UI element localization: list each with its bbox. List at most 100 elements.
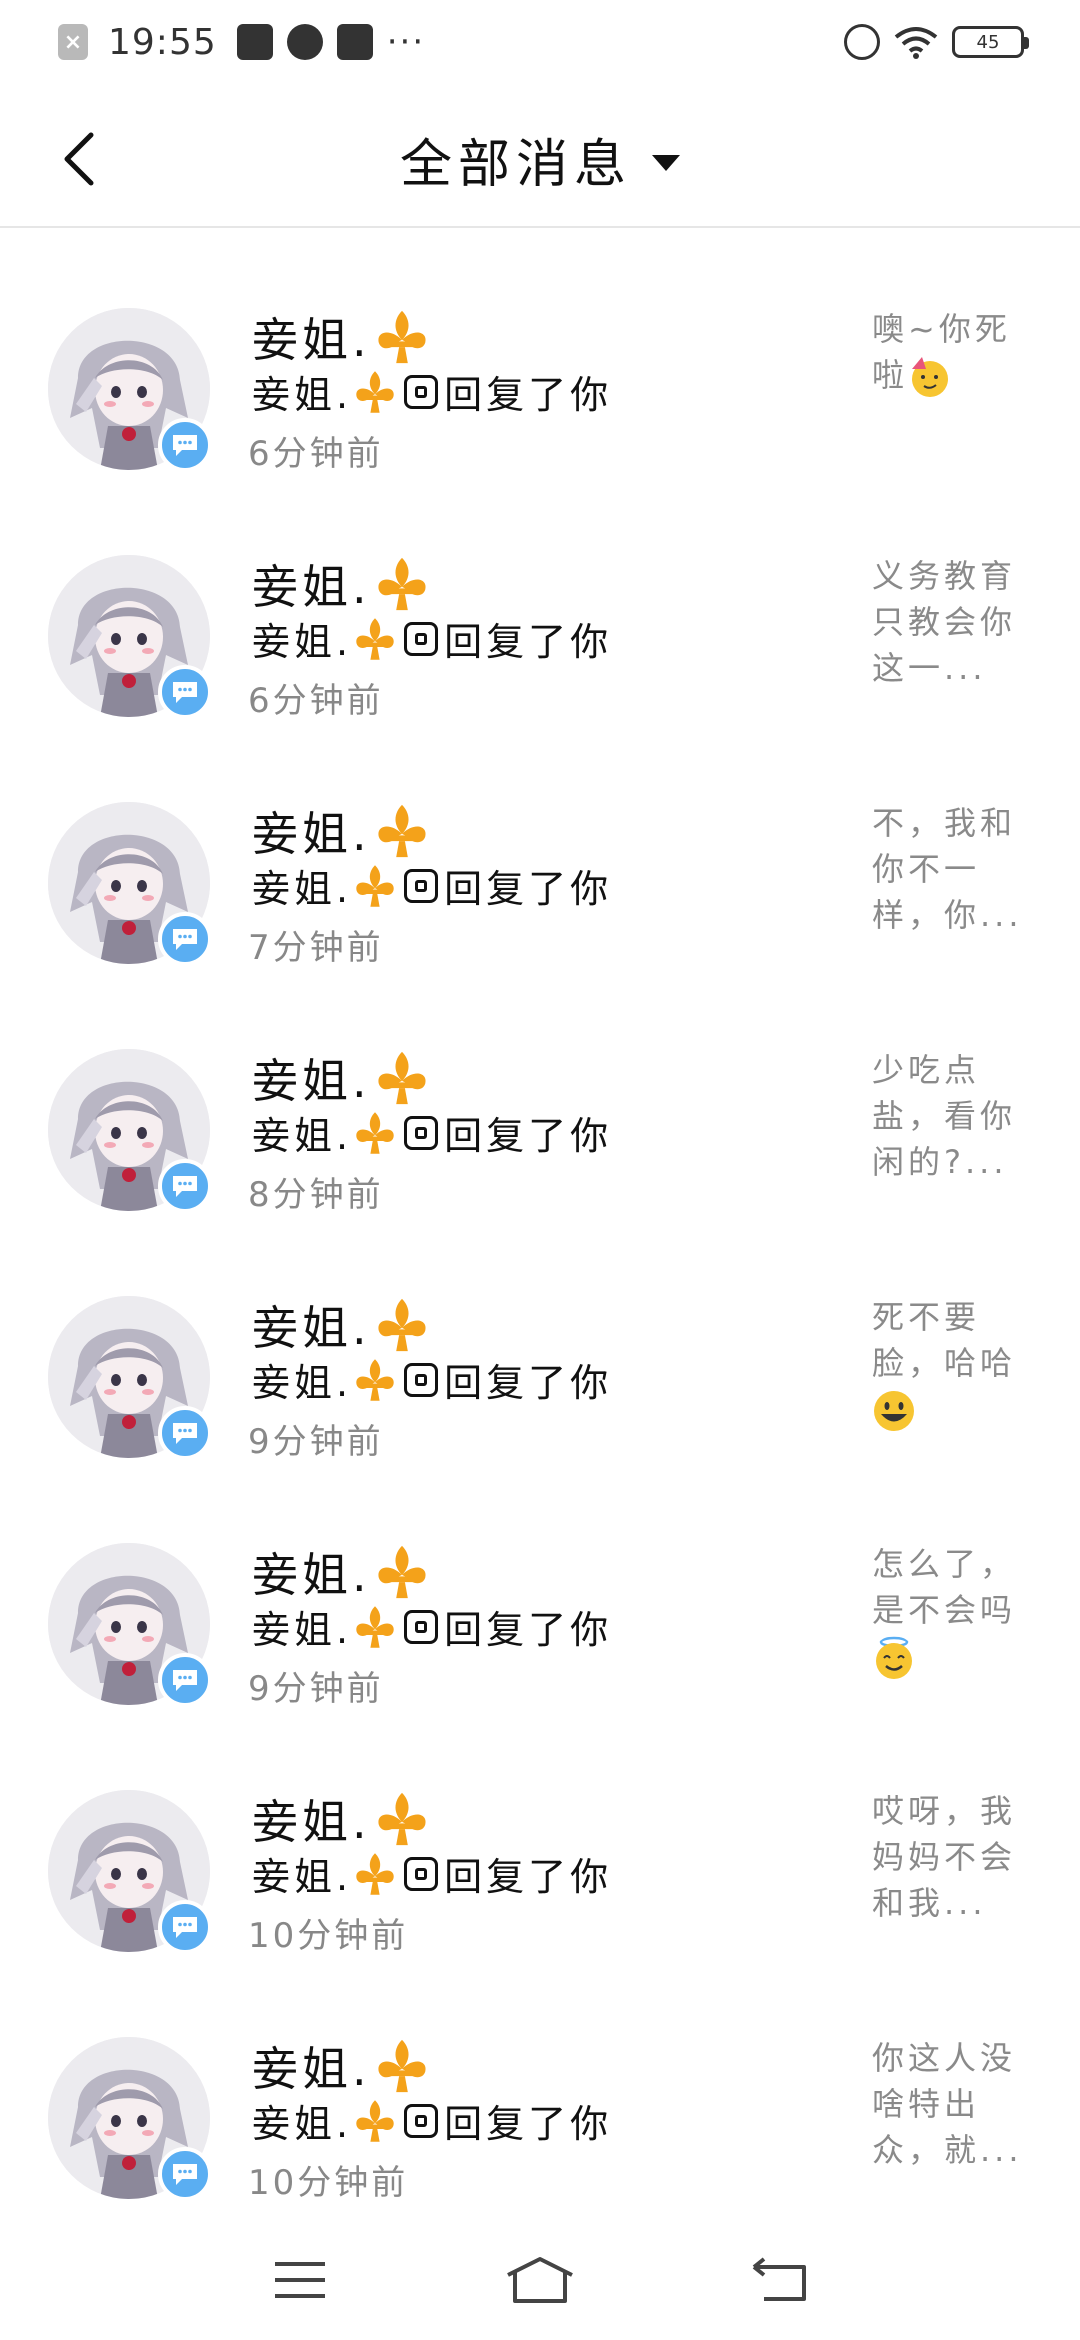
reply-label: 回复了你 — [444, 867, 613, 911]
fleur-de-lis-icon — [378, 310, 426, 364]
reply-box-icon — [404, 868, 439, 903]
message-item[interactable]: 妾姐. 妾姐. 回复了你 10分钟前 哎呀，我妈妈不会和我... — [0, 1712, 1080, 1959]
message-time: 9分钟前 — [248, 1669, 384, 1709]
sender-name[interactable]: 妾姐. — [252, 551, 431, 617]
card-icon — [236, 24, 273, 60]
chat-bubble-icon — [173, 682, 197, 703]
fleur-de-lis-icon — [378, 1051, 426, 1105]
sender-name[interactable]: 妾姐. — [252, 1045, 431, 1111]
reply-line: 妾姐. 回复了你 — [252, 1599, 612, 1654]
battery-level: 45 — [976, 31, 1000, 53]
sender-name-text: 妾姐. — [252, 1301, 371, 1355]
preview-text: 少吃点盐，看你闲的?... — [872, 1051, 1017, 1181]
chat-bubble-icon — [173, 1176, 197, 1197]
sender-name-text: 妾姐. — [252, 313, 371, 367]
fleur-de-lis-icon — [378, 1792, 426, 1846]
sender-name[interactable]: 妾姐. — [252, 798, 431, 864]
reply-label: 回复了你 — [444, 2102, 613, 2146]
fleur-de-lis-icon — [356, 864, 394, 907]
sender-name[interactable]: 妾姐. — [252, 1292, 431, 1358]
alarm-icon — [844, 24, 880, 60]
comment-badge — [158, 418, 212, 472]
sender-name[interactable]: 妾姐. — [252, 1786, 431, 1852]
return-icon — [752, 2257, 806, 2301]
reply-box-icon — [404, 1609, 439, 1644]
chat-bubble-icon — [173, 929, 197, 950]
title-dropdown[interactable]: 全部消息 — [0, 122, 1080, 197]
reply-box-icon — [404, 621, 439, 656]
compass-icon — [286, 24, 323, 60]
reply-box-icon — [404, 2103, 439, 2138]
message-preview[interactable]: 义务教育只教会你这一... — [872, 553, 1040, 691]
reply-box-icon — [404, 1856, 439, 1891]
message-item[interactable]: 妾姐. 妾姐. 回复了你 8分钟前 少吃点盐，看你闲的?... — [0, 971, 1080, 1218]
message-time: 7分钟前 — [248, 928, 384, 968]
back-nav-button[interactable] — [740, 2250, 820, 2310]
chat-bubble-icon — [173, 1917, 197, 1938]
message-item[interactable]: 妾姐. 妾姐. 回复了你 6分钟前 噢~你死啦 — [0, 230, 1080, 477]
message-preview[interactable]: 噢~你死啦 — [872, 306, 1040, 399]
fleur-de-lis-icon — [378, 2039, 426, 2093]
sender-name-text: 妾姐. — [252, 1795, 371, 1849]
home-icon — [507, 2257, 573, 2303]
message-list: 妾姐. 妾姐. 回复了你 6分钟前 噢~你死啦 妾姐. 妾姐. 回复了你 6分钟… — [0, 230, 1080, 2206]
reply-line: 妾姐. 回复了你 — [252, 2093, 612, 2148]
reply-box-icon — [404, 1115, 439, 1150]
message-preview[interactable]: 不，我和你不一样，你... — [872, 800, 1040, 938]
sender-name-text: 妾姐. — [252, 1054, 371, 1108]
battery-icon: 45 — [952, 26, 1029, 58]
reply-sender: 妾姐. — [252, 373, 353, 417]
status-time: 19:55 — [108, 21, 217, 63]
header: 全部消息 — [0, 84, 1080, 228]
chat-bubble-icon — [173, 1423, 197, 1444]
message-preview[interactable]: 哎呀，我妈妈不会和我... — [872, 1788, 1040, 1926]
reply-sender: 妾姐. — [252, 620, 353, 664]
sender-name[interactable]: 妾姐. — [252, 2033, 431, 2099]
message-time: 6分钟前 — [248, 681, 384, 721]
sender-name[interactable]: 妾姐. — [252, 304, 431, 370]
fleur-de-lis-icon — [356, 1605, 394, 1648]
message-item[interactable]: 妾姐. 妾姐. 回复了你 9分钟前 死不要脸，哈哈 — [0, 1218, 1080, 1465]
halo-face-emoji-icon — [876, 1636, 912, 1679]
reply-line: 妾姐. 回复了你 — [252, 1846, 612, 1901]
system-nav-bar — [0, 2220, 1080, 2340]
reply-label: 回复了你 — [444, 373, 613, 417]
message-time: 10分钟前 — [248, 1916, 409, 1956]
message-preview[interactable]: 少吃点盐，看你闲的?... — [872, 1047, 1040, 1185]
message-time: 8分钟前 — [248, 1175, 384, 1215]
message-item[interactable]: 妾姐. 妾姐. 回复了你 6分钟前 义务教育只教会你这一... — [0, 477, 1080, 724]
message-preview[interactable]: 死不要脸，哈哈 — [872, 1294, 1040, 1433]
message-preview[interactable]: 怎么了，是不会吗 — [872, 1541, 1040, 1680]
fleur-de-lis-icon — [356, 1111, 394, 1154]
reply-label: 回复了你 — [444, 1855, 613, 1899]
preview-text: 你这人没啥特出众，就... — [872, 2039, 1023, 2169]
message-item[interactable]: 妾姐. 妾姐. 回复了你 7分钟前 不，我和你不一样，你... — [0, 724, 1080, 971]
home-button[interactable] — [500, 2250, 580, 2310]
message-item[interactable]: 妾姐. 妾姐. 回复了你 10分钟前 你这人没啥特出众，就... — [0, 1959, 1080, 2206]
reply-label: 回复了你 — [444, 1608, 613, 1652]
party-face-emoji-icon — [912, 357, 949, 397]
play-icon — [336, 24, 373, 60]
preview-text: 死不要脸，哈哈 — [872, 1298, 1017, 1382]
sender-name-text: 妾姐. — [252, 807, 371, 861]
grin-face-emoji-icon — [874, 1391, 914, 1431]
chat-bubble-icon — [173, 435, 197, 456]
comment-badge — [158, 1406, 212, 1460]
sender-name-text: 妾姐. — [252, 560, 371, 614]
fleur-de-lis-icon — [378, 557, 426, 611]
status-bar: × 19:55 ··· 45 — [0, 0, 1080, 84]
message-item[interactable]: 妾姐. 妾姐. 回复了你 9分钟前 怎么了，是不会吗 — [0, 1465, 1080, 1712]
fleur-de-lis-icon — [356, 617, 394, 660]
reply-sender: 妾姐. — [252, 1855, 353, 1899]
menu-button[interactable] — [260, 2250, 340, 2310]
preview-text: 义务教育只教会你这一... — [872, 557, 1017, 687]
comment-badge — [158, 1159, 212, 1213]
fleur-de-lis-icon — [356, 1852, 394, 1895]
reply-label: 回复了你 — [444, 1114, 613, 1158]
reply-line: 妾姐. 回复了你 — [252, 1105, 612, 1160]
message-preview[interactable]: 你这人没啥特出众，就... — [872, 2035, 1040, 2173]
notification-close-icon: × — [58, 24, 88, 60]
sender-name[interactable]: 妾姐. — [252, 1539, 431, 1605]
comment-badge — [158, 912, 212, 966]
more-status-icon: ··· — [386, 22, 426, 62]
